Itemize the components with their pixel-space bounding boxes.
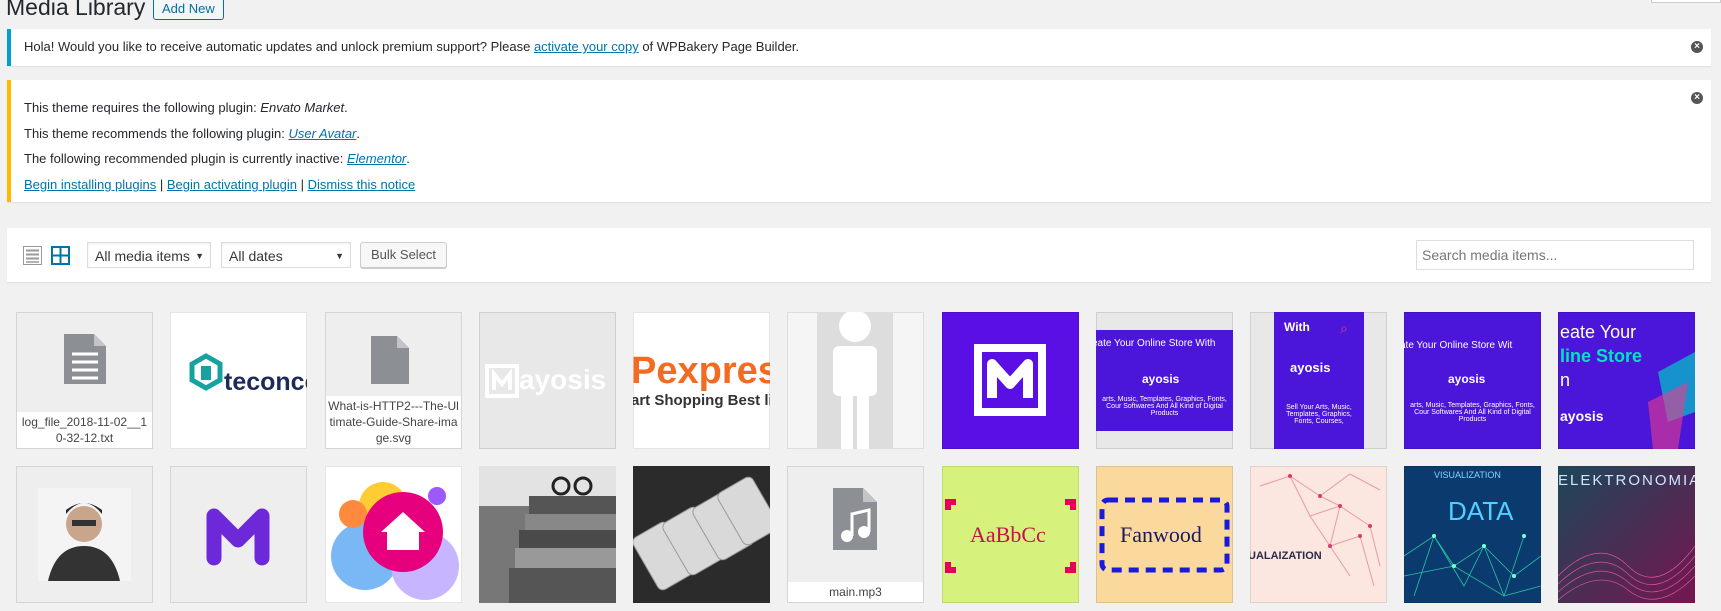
- user-avatar-link[interactable]: User Avatar: [288, 126, 356, 141]
- media-item-banner-a[interactable]: eate Your Online Store With ayosis arts,…: [1096, 312, 1233, 449]
- media-item-banner-c[interactable]: eate Your line Store n ayosis: [1558, 312, 1695, 449]
- required-plugin-line: This theme requires the following plugin…: [24, 100, 348, 115]
- search-input[interactable]: Search media items...: [1416, 240, 1694, 270]
- begin-activating-link[interactable]: Begin activating plugin: [167, 177, 297, 192]
- media-item-data[interactable]: VISUALIZATION DATA: [1404, 466, 1541, 603]
- media-item-txt[interactable]: log_file_2018-11-02__10-32-12.txt: [16, 312, 153, 449]
- wpbakery-notice-text: Hola! Would you like to receive automati…: [24, 39, 800, 54]
- media-toolbar: All media items ▼ All dates ▼ Bulk Select …: [7, 228, 1711, 282]
- bulk-select-button[interactable]: Bulk Select: [360, 242, 448, 268]
- media-item-mayosis-white[interactable]: ayosis: [479, 312, 616, 449]
- grid-view-icon[interactable]: [51, 246, 70, 265]
- media-item-mp3[interactable]: main.mp3: [787, 466, 924, 603]
- media-item-mayosis-logo[interactable]: [170, 466, 307, 603]
- recommended-plugin-line: This theme recommends the following plug…: [24, 126, 361, 141]
- file-name: What-is-HTTP2---The-Ultimate-Guide-Share…: [326, 396, 461, 448]
- media-item-visualization[interactable]: UALAIZATION: [1250, 466, 1387, 603]
- person-icon: [817, 312, 893, 449]
- media-item-mayosis-m[interactable]: [942, 312, 1079, 449]
- media-item-books[interactable]: [479, 466, 616, 603]
- media-item-elektronomia[interactable]: ELEKTRONOMIA: [1558, 466, 1695, 603]
- begin-installing-link[interactable]: Begin installing plugins: [24, 177, 156, 192]
- media-item-pexpress[interactable]: Pexpres art Shopping Best liv: [633, 312, 770, 449]
- wpbakery-notice: Hola! Would you like to receive automati…: [7, 29, 1711, 66]
- media-item-banner-tall[interactable]: With ⌕ ayosis Sell Your Arts, Music, Tem…: [1250, 312, 1387, 449]
- decor-shape-icon: [1648, 352, 1695, 449]
- dismiss-icon[interactable]: ×: [1691, 41, 1703, 53]
- media-item-avatar-placeholder[interactable]: [787, 312, 924, 449]
- media-item-phones[interactable]: [633, 466, 770, 603]
- portrait-image: [38, 488, 131, 581]
- search-icon: ⌕: [1340, 320, 1348, 336]
- media-item-aabbcc[interactable]: AaBbCc: [942, 466, 1079, 603]
- media-item-fanwood[interactable]: Fanwood: [1096, 466, 1233, 603]
- books-image: [479, 466, 616, 603]
- media-item-svg[interactable]: What-is-HTTP2---The-Ultimate-Guide-Share…: [325, 312, 462, 449]
- home-icon: [331, 482, 459, 600]
- plugin-notice: This theme requires the following plugin…: [7, 80, 1711, 202]
- elementor-link[interactable]: Elementor: [347, 151, 406, 166]
- screen-options-tab[interactable]: [1651, 0, 1721, 3]
- media-type-select[interactable]: All media items ▼: [87, 242, 211, 268]
- page-title: Media Library: [6, 0, 146, 20]
- dismiss-icon[interactable]: ×: [1691, 92, 1703, 104]
- plugin-actions: Begin installing plugins | Begin activat…: [24, 177, 416, 192]
- dropdown-arrow-icon: ▼: [335, 251, 344, 261]
- activate-copy-link[interactable]: activate your copy: [534, 39, 639, 54]
- add-new-button[interactable]: Add New: [153, 0, 224, 20]
- data-network-image: [1404, 534, 1541, 598]
- dropdown-arrow-icon: ▼: [195, 251, 204, 261]
- file-name: log_file_2018-11-02__10-32-12.txt: [17, 412, 152, 448]
- inactive-plugin-line: The following recommended plugin is curr…: [24, 151, 410, 166]
- mayosis-m-icon: [206, 508, 270, 566]
- media-item-banner-b[interactable]: ate Your Online Store Wit ayosis arts, M…: [1404, 312, 1541, 449]
- mayosis-m-icon: [974, 344, 1046, 416]
- media-item-home-bubbles[interactable]: [325, 466, 462, 603]
- dismiss-notice-link[interactable]: Dismiss this notice: [308, 177, 416, 192]
- file-name: main.mp3: [788, 582, 923, 602]
- date-filter-select[interactable]: All dates ▼: [221, 242, 351, 268]
- media-item-teconce[interactable]: teconce: [170, 312, 307, 449]
- network-image: [1259, 473, 1381, 587]
- media-item-portrait[interactable]: [16, 466, 153, 603]
- list-view-icon[interactable]: [23, 246, 42, 265]
- phones-image: [633, 466, 770, 603]
